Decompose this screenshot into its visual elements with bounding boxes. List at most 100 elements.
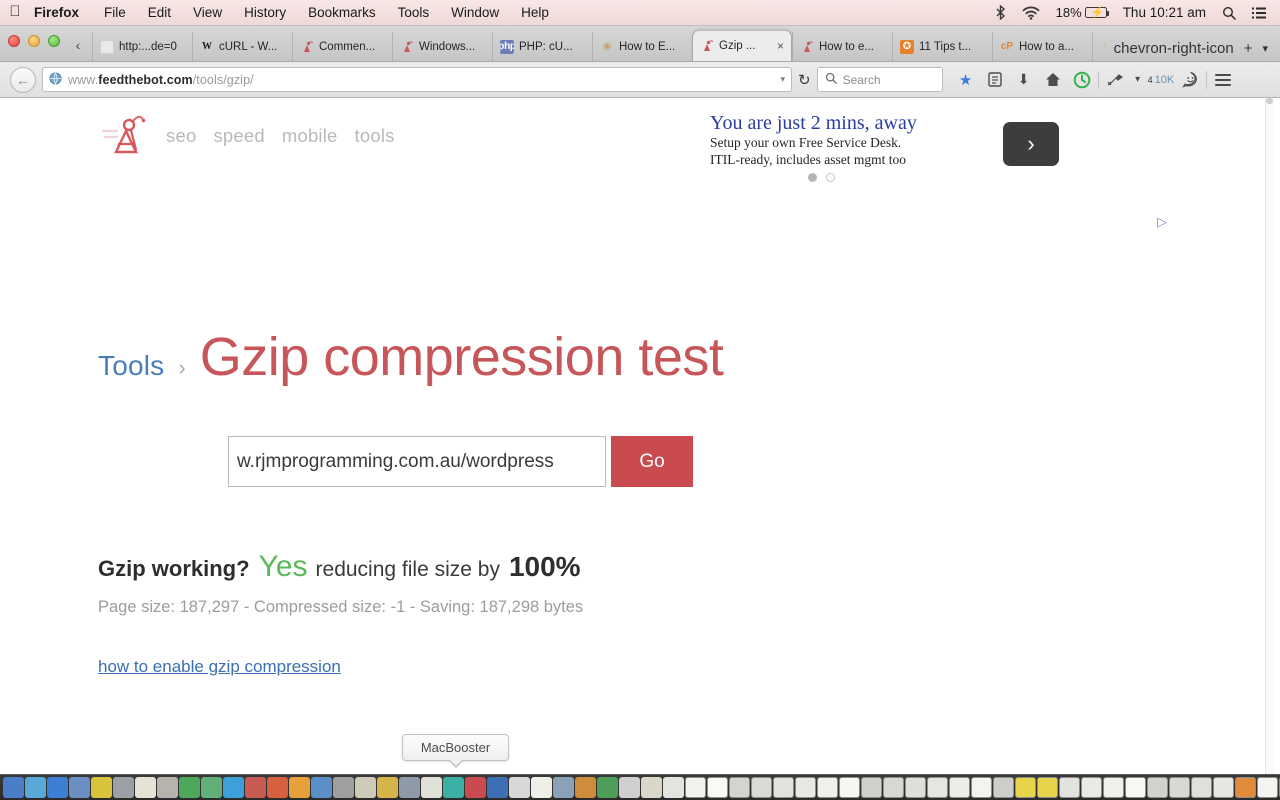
dock-item[interactable]: [838, 777, 860, 798]
dock-item[interactable]: [530, 777, 552, 798]
ad-choices-icon[interactable]: ▷: [1157, 214, 1167, 230]
list-all-tabs-icon[interactable]: ▾: [1258, 42, 1272, 55]
zoom-window-button[interactable]: [48, 35, 60, 47]
dock-item[interactable]: [970, 777, 992, 798]
dock-item[interactable]: [24, 777, 46, 798]
browser-tab[interactable]: Commen...: [292, 32, 392, 61]
minimize-window-button[interactable]: [28, 35, 40, 47]
site-nav-speed[interactable]: speed: [213, 125, 264, 147]
macos-dock[interactable]: [0, 774, 1280, 800]
browser-tab[interactable]: php PHP: cU...: [492, 32, 592, 61]
site-nav-mobile[interactable]: mobile: [282, 125, 338, 147]
home-icon[interactable]: [1040, 67, 1066, 93]
browser-tab[interactable]: ◉ How to E...: [592, 32, 692, 61]
breadcrumb-parent-link[interactable]: Tools: [98, 350, 164, 382]
dock-item[interactable]: [376, 777, 398, 798]
url-bar[interactable]: www.feedthebot.com/tools/gzip/ ▾: [42, 67, 792, 92]
dock-item[interactable]: [1234, 777, 1256, 798]
page-scrollbar[interactable]: [1265, 98, 1274, 774]
browser-tab[interactable]: ✶ Enablein...: [1092, 32, 1106, 61]
dock-item[interactable]: [508, 777, 530, 798]
menu-item-help[interactable]: Help: [510, 0, 560, 26]
search-bar[interactable]: Search: [816, 67, 943, 92]
dock-item[interactable]: [1080, 777, 1102, 798]
dock-item[interactable]: [1102, 777, 1124, 798]
dock-item[interactable]: [618, 777, 640, 798]
dock-item[interactable]: [640, 777, 662, 798]
dock-item[interactable]: [266, 777, 288, 798]
dock-item[interactable]: [684, 777, 706, 798]
browser-tab-active[interactable]: Gzip ... ×: [692, 30, 792, 61]
notification-center-icon[interactable]: [1244, 0, 1274, 26]
menu-item-file[interactable]: File: [93, 0, 137, 26]
dock-item[interactable]: [1168, 777, 1190, 798]
apple-icon[interactable]: : [0, 4, 30, 21]
dock-item[interactable]: [486, 777, 508, 798]
dock-item[interactable]: [178, 777, 200, 798]
menu-bar-clock[interactable]: Thu 10:21 am: [1115, 0, 1214, 26]
close-window-button[interactable]: [8, 35, 20, 47]
dock-item[interactable]: [992, 777, 1014, 798]
addon-tool-icon[interactable]: [1102, 67, 1128, 93]
dock-item[interactable]: [1058, 777, 1080, 798]
dock-item[interactable]: [948, 777, 970, 798]
dock-item[interactable]: [662, 777, 684, 798]
hamburger-menu-icon[interactable]: [1210, 67, 1236, 93]
bluetooth-icon[interactable]: [987, 0, 1014, 26]
dock-item[interactable]: [926, 777, 948, 798]
dock-item[interactable]: [112, 777, 134, 798]
reload-button[interactable]: ↻: [798, 71, 811, 89]
dock-item[interactable]: [134, 777, 156, 798]
url-input[interactable]: [228, 436, 606, 487]
ad-dot-active[interactable]: [808, 172, 817, 182]
counter-badge[interactable]: 4 10K: [1148, 74, 1175, 86]
site-nav-tools[interactable]: tools: [355, 125, 395, 147]
enable-gzip-link[interactable]: how to enable gzip compression: [98, 657, 341, 677]
feedthebot-robot-logo[interactable]: [100, 112, 156, 163]
go-button[interactable]: Go: [611, 436, 693, 487]
dock-item[interactable]: [750, 777, 772, 798]
dock-item[interactable]: [332, 777, 354, 798]
advertisement-banner[interactable]: You are just 2 mins, away Setup your own…: [700, 112, 1120, 184]
dock-item[interactable]: [706, 777, 728, 798]
dock-item[interactable]: [772, 777, 794, 798]
dock-item[interactable]: [68, 777, 90, 798]
ad-next-button[interactable]: ›: [1003, 122, 1059, 166]
dock-item[interactable]: [596, 777, 618, 798]
dock-item[interactable]: [90, 777, 112, 798]
scroll-tabs-left-icon[interactable]: ‹: [68, 34, 88, 56]
menu-item-view[interactable]: View: [182, 0, 233, 26]
menu-item-window[interactable]: Window: [440, 0, 510, 26]
scrollbar-thumb[interactable]: [1266, 98, 1273, 104]
autocomplete-dropdown-icon[interactable]: ▾: [780, 74, 785, 85]
smiley-feedback-icon[interactable]: [1177, 67, 1203, 93]
new-tab-button[interactable]: +: [1240, 40, 1257, 57]
dock-item[interactable]: [1212, 777, 1234, 798]
green-refresh-addon-icon[interactable]: [1069, 67, 1095, 93]
dock-item[interactable]: [860, 777, 882, 798]
dock-item[interactable]: [552, 777, 574, 798]
dock-item[interactable]: [310, 777, 332, 798]
browser-tab[interactable]: Windows...: [392, 32, 492, 61]
wifi-icon[interactable]: [1014, 0, 1048, 26]
dock-item[interactable]: [464, 777, 486, 798]
back-button[interactable]: ←: [10, 66, 36, 93]
dock-item[interactable]: [882, 777, 904, 798]
dock-item[interactable]: [728, 777, 750, 798]
dock-item[interactable]: [244, 777, 266, 798]
spotlight-search-icon[interactable]: [1214, 0, 1244, 26]
dock-item[interactable]: [200, 777, 222, 798]
menu-item-bookmarks[interactable]: Bookmarks: [297, 0, 387, 26]
dock-item[interactable]: [2, 777, 24, 798]
site-nav-seo[interactable]: seo: [166, 125, 196, 147]
dock-item[interactable]: [222, 777, 244, 798]
dock-item[interactable]: [816, 777, 838, 798]
reader-view-icon[interactable]: [982, 67, 1008, 93]
bookmark-star-icon[interactable]: ★: [953, 67, 979, 93]
browser-tab[interactable]: http:...de=0: [92, 32, 192, 61]
dock-item[interactable]: [288, 777, 310, 798]
addon-dropdown-icon[interactable]: ▾: [1131, 67, 1145, 93]
dock-item[interactable]: [156, 777, 178, 798]
dock-item[interactable]: [1036, 777, 1058, 798]
dock-item[interactable]: [398, 777, 420, 798]
